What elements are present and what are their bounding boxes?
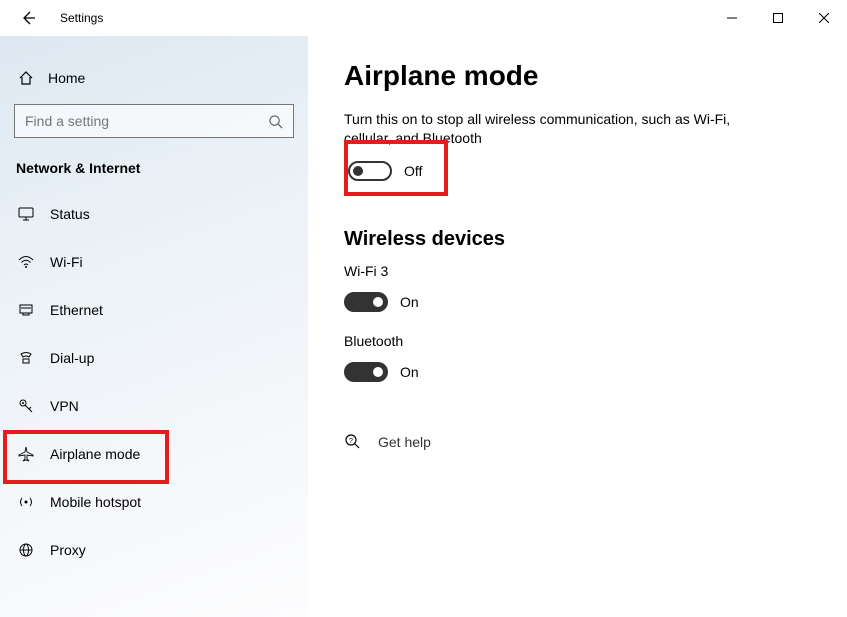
sidebar-item-label: Status bbox=[50, 206, 90, 222]
close-icon bbox=[819, 13, 829, 23]
help-icon: ? bbox=[344, 433, 364, 451]
page-heading: Airplane mode bbox=[344, 60, 811, 92]
bluetooth-toggle[interactable] bbox=[344, 362, 388, 382]
home-label: Home bbox=[48, 70, 85, 86]
monitor-icon bbox=[16, 206, 36, 222]
hotspot-icon bbox=[16, 494, 36, 510]
airplane-icon bbox=[16, 446, 36, 462]
sidebar-item-label: VPN bbox=[50, 398, 79, 414]
minimize-button[interactable] bbox=[709, 0, 755, 36]
sidebar-item-label: Airplane mode bbox=[50, 446, 140, 462]
wifi-toggle-label: On bbox=[400, 294, 419, 310]
window-controls bbox=[709, 0, 847, 36]
help-label: Get help bbox=[378, 434, 431, 450]
back-button[interactable] bbox=[14, 4, 42, 32]
wifi-toggle[interactable] bbox=[344, 292, 388, 312]
dialup-icon bbox=[16, 350, 36, 366]
ethernet-icon bbox=[16, 302, 36, 318]
titlebar: Settings bbox=[0, 0, 847, 36]
sidebar-item-label: Wi-Fi bbox=[50, 254, 83, 270]
search-input[interactable] bbox=[25, 113, 268, 129]
get-help-link[interactable]: ? Get help bbox=[344, 433, 811, 451]
globe-icon bbox=[16, 542, 36, 558]
wireless-heading: Wireless devices bbox=[344, 228, 811, 251]
airplane-toggle[interactable] bbox=[348, 161, 392, 181]
sidebar-item-proxy[interactable]: Proxy bbox=[0, 526, 308, 574]
sidebar-item-hotspot[interactable]: Mobile hotspot bbox=[0, 478, 308, 526]
sidebar-item-label: Proxy bbox=[50, 542, 86, 558]
sidebar-item-dialup[interactable]: Dial-up bbox=[0, 334, 308, 382]
search-box[interactable] bbox=[14, 104, 294, 138]
sidebar-item-status[interactable]: Status bbox=[0, 190, 308, 238]
svg-text:?: ? bbox=[349, 438, 353, 445]
minimize-icon bbox=[727, 13, 737, 23]
device-name: Bluetooth bbox=[344, 333, 811, 349]
search-icon bbox=[268, 114, 283, 129]
bluetooth-toggle-label: On bbox=[400, 364, 419, 380]
home-icon bbox=[16, 70, 36, 86]
sidebar-item-airplane[interactable]: Airplane mode bbox=[0, 430, 308, 478]
sidebar-item-label: Ethernet bbox=[50, 302, 103, 318]
sidebar-item-wifi[interactable]: Wi-Fi bbox=[0, 238, 308, 286]
sidebar-item-vpn[interactable]: VPN bbox=[0, 382, 308, 430]
airplane-toggle-row: Off bbox=[348, 154, 422, 188]
close-button[interactable] bbox=[801, 0, 847, 36]
wifi-icon bbox=[16, 254, 36, 270]
device-name: Wi-Fi 3 bbox=[344, 263, 811, 279]
maximize-button[interactable] bbox=[755, 0, 801, 36]
sidebar-item-label: Mobile hotspot bbox=[50, 494, 141, 510]
sidebar-item-label: Dial-up bbox=[50, 350, 94, 366]
page-description: Turn this on to stop all wireless commun… bbox=[344, 110, 774, 148]
sidebar-item-ethernet[interactable]: Ethernet bbox=[0, 286, 308, 334]
content-pane: Airplane mode Turn this on to stop all w… bbox=[308, 36, 847, 617]
device-bluetooth: Bluetooth On bbox=[344, 333, 811, 389]
arrow-left-icon bbox=[20, 10, 36, 26]
maximize-icon bbox=[773, 13, 783, 23]
key-icon bbox=[16, 398, 36, 414]
home-button[interactable]: Home bbox=[0, 60, 308, 96]
sidebar-category: Network & Internet bbox=[0, 154, 308, 190]
airplane-toggle-label: Off bbox=[404, 163, 422, 179]
sidebar-nav: Status Wi-Fi Ethernet Dial-up VPN Airpla… bbox=[0, 190, 308, 574]
device-wifi: Wi-Fi 3 On bbox=[344, 263, 811, 319]
window-title: Settings bbox=[60, 11, 103, 25]
sidebar: Home Network & Internet Status Wi-Fi bbox=[0, 36, 308, 617]
